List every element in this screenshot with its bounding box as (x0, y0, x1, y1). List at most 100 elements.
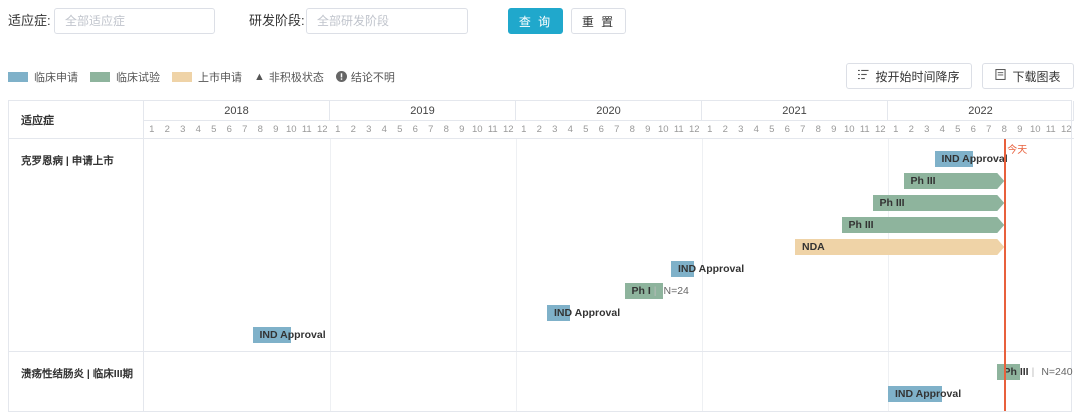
legend-swatch (90, 72, 110, 82)
bar-label: Ph III (879, 197, 905, 209)
month-tick: 10 (1027, 121, 1043, 139)
legend-item-inactive[interactable]: ▲ 非积极状态 (254, 69, 324, 85)
month-tick: 12 (314, 121, 330, 139)
month-tick: 10 (283, 121, 299, 139)
month-tick: 3 (733, 121, 749, 139)
indication-filter-input[interactable] (54, 8, 215, 34)
bar-sample-size: N=240 (1041, 366, 1073, 378)
timeline-bar[interactable]: IND Approval (252, 327, 326, 343)
stage-filter-input[interactable] (306, 8, 468, 34)
legend-label: 临床申请 (34, 72, 78, 84)
month-tick: 7 (981, 121, 997, 139)
month-tick: 5 (764, 121, 780, 139)
timeline-bar[interactable]: NDA (795, 239, 1004, 255)
month-tick: 1 (702, 121, 718, 139)
year-header: 2019 (330, 101, 516, 121)
legend-label: 临床试验 (116, 72, 160, 84)
sort-list-icon (858, 69, 870, 83)
timeline-bar[interactable]: IND Approval (671, 261, 744, 277)
month-tick: 1 (888, 121, 904, 139)
month-tick: 11 (671, 121, 687, 139)
legend-label: 结论不明 (350, 72, 395, 84)
year-header: 2022 (888, 101, 1074, 121)
month-tick: 2 (531, 121, 547, 139)
month-tick: 12 (872, 121, 888, 139)
legend-item-clinical-trial[interactable]: 临床试验 (90, 69, 160, 85)
month-tick: 5 (206, 121, 222, 139)
month-tick: 11 (857, 121, 873, 139)
month-tick: 1 (330, 121, 346, 139)
month-tick: 8 (810, 121, 826, 139)
legend-item-market-application[interactable]: 上市申请 (172, 69, 242, 85)
bar-label: Ph III | N=240 (1003, 366, 1073, 378)
year-gridline (516, 139, 517, 411)
sort-by-start-time-button[interactable]: 按开始时间降序 (846, 63, 972, 89)
reset-button[interactable]: 重 置 (571, 8, 626, 34)
download-chart-button[interactable]: 下载图表 (982, 63, 1074, 89)
month-tick: 8 (996, 121, 1012, 139)
bar-sample-size: N=24 (663, 285, 689, 297)
month-tick: 6 (965, 121, 981, 139)
bar-fill (795, 239, 1004, 255)
legend-swatch (172, 72, 192, 82)
indication-column-header: 适应症 (9, 101, 144, 139)
timeline-bar[interactable]: IND Approval (934, 151, 1008, 167)
month-tick: 4 (190, 121, 206, 139)
month-tick: 3 (175, 121, 191, 139)
bar-label: IND Approval (554, 307, 621, 319)
timeline-bar[interactable]: Ph III (842, 217, 1005, 233)
month-tick: 10 (841, 121, 857, 139)
bar-label: Ph III (910, 175, 936, 187)
bar-label: IND Approval (941, 153, 1008, 165)
timeline-bar[interactable]: Ph I | N=24 (624, 283, 689, 299)
year-gridline (330, 139, 331, 411)
month-tick: 2 (159, 121, 175, 139)
bar-label: IND Approval (259, 329, 326, 341)
bar-separator: | (653, 285, 657, 297)
month-tick: 10 (655, 121, 671, 139)
bar-label: NDA (802, 241, 825, 253)
today-line (1004, 139, 1007, 411)
legend-label: 上市申请 (198, 72, 242, 84)
timeline-bar[interactable]: Ph III (904, 173, 1005, 189)
bar-label: Ph I | N=24 (631, 285, 689, 297)
month-tick: 2 (903, 121, 919, 139)
month-tick: 4 (562, 121, 578, 139)
legend-swatch (8, 72, 28, 82)
row-label: 溃疡性结肠炎 | 临床III期 (9, 352, 144, 412)
sort-button-label: 按开始时间降序 (875, 69, 960, 84)
timeline-bar[interactable]: Ph III | N=240 (996, 364, 1073, 380)
query-button[interactable]: 查 询 (508, 8, 563, 34)
month-tick: 11 (299, 121, 315, 139)
month-tick: 6 (593, 121, 609, 139)
month-tick: 6 (221, 121, 237, 139)
month-tick: 7 (423, 121, 439, 139)
year-header: 2018 (144, 101, 330, 121)
month-tick: 1 (144, 121, 160, 139)
month-tick: 9 (640, 121, 656, 139)
month-tick: 3 (919, 121, 935, 139)
month-tick: 5 (578, 121, 594, 139)
month-tick: 9 (454, 121, 470, 139)
month-tick: 11 (485, 121, 501, 139)
month-tick: 6 (407, 121, 423, 139)
month-tick: 1 (516, 121, 532, 139)
timeline-bar[interactable]: Ph III (873, 195, 1005, 211)
month-tick: 5 (392, 121, 408, 139)
bar-separator: | (1031, 366, 1035, 378)
year-header: 2021 (702, 101, 888, 121)
month-tick: 8 (624, 121, 640, 139)
month-tick: 9 (1012, 121, 1028, 139)
download-button-label: 下载图表 (1012, 69, 1061, 84)
timeline-bar[interactable]: IND Approval (888, 386, 961, 402)
month-tick: 7 (237, 121, 253, 139)
exclamation-circle-icon (335, 70, 347, 84)
bar-label: IND Approval (678, 263, 745, 275)
triangle-icon: ▲ (254, 71, 265, 83)
legend-item-clinical-application[interactable]: 临床申请 (8, 69, 78, 85)
month-tick: 8 (438, 121, 454, 139)
bar-label: Ph III (848, 219, 874, 231)
month-tick: 12 (1058, 121, 1074, 139)
timeline-bar[interactable]: IND Approval (547, 305, 620, 321)
legend-item-unclear[interactable]: 结论不明 (335, 69, 395, 85)
